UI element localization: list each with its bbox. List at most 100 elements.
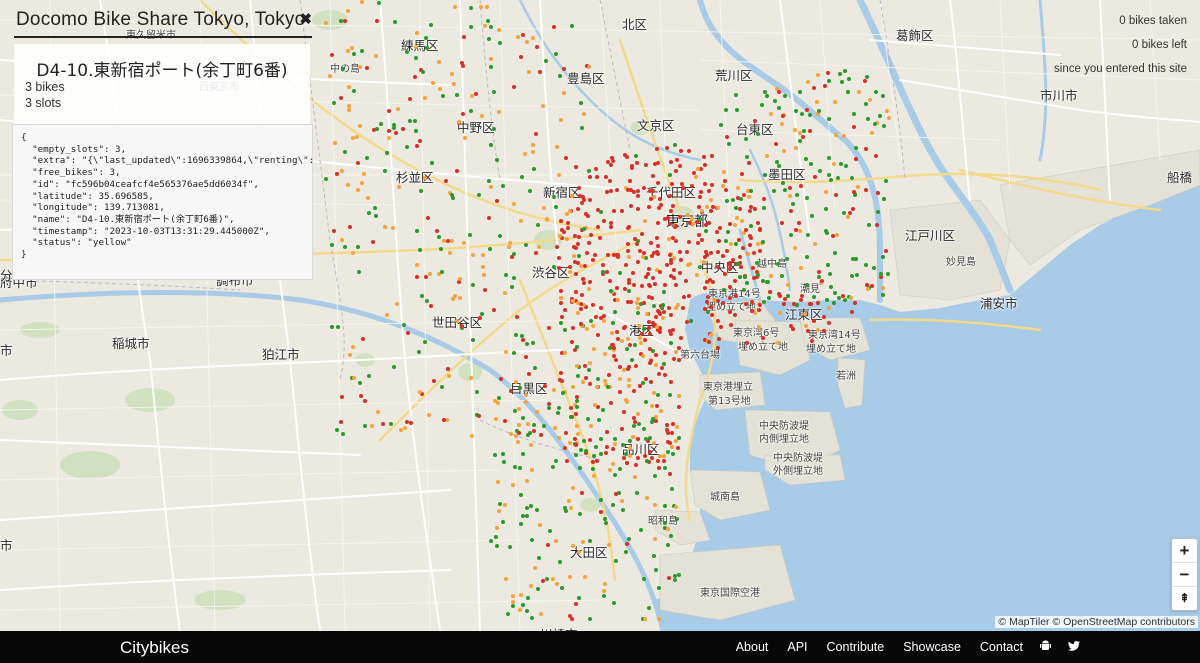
station-marker[interactable] [511, 350, 516, 355]
station-marker[interactable] [582, 197, 587, 202]
station-marker[interactable] [492, 307, 497, 312]
station-marker[interactable] [833, 290, 838, 295]
station-marker[interactable] [428, 271, 433, 276]
station-marker[interactable] [673, 223, 678, 228]
station-marker[interactable] [546, 325, 551, 330]
station-marker[interactable] [481, 272, 486, 277]
station-marker[interactable] [849, 310, 854, 315]
station-marker[interactable] [653, 352, 658, 357]
zoom-in-button[interactable]: + [1172, 539, 1197, 563]
station-marker[interactable] [702, 286, 707, 291]
station-marker[interactable] [875, 222, 880, 227]
station-marker[interactable] [788, 233, 793, 238]
station-marker[interactable] [351, 89, 356, 94]
station-marker[interactable] [708, 208, 713, 213]
station-marker[interactable] [600, 270, 605, 275]
station-marker[interactable] [587, 286, 592, 291]
station-marker[interactable] [657, 453, 662, 458]
station-marker[interactable] [865, 286, 870, 291]
station-marker[interactable] [635, 194, 640, 199]
station-marker[interactable] [501, 460, 506, 465]
station-marker[interactable] [811, 85, 816, 90]
station-marker[interactable] [361, 172, 366, 177]
station-marker[interactable] [773, 142, 778, 147]
station-marker[interactable] [431, 378, 436, 383]
station-marker[interactable] [396, 184, 401, 189]
station-marker[interactable] [648, 240, 653, 245]
station-marker[interactable] [347, 84, 352, 89]
station-marker[interactable] [575, 300, 580, 305]
station-marker[interactable] [601, 218, 606, 223]
station-marker[interactable] [556, 255, 561, 260]
station-marker[interactable] [591, 473, 596, 478]
station-marker[interactable] [651, 188, 656, 193]
station-marker[interactable] [345, 48, 350, 53]
station-marker[interactable] [556, 172, 561, 177]
station-marker[interactable] [556, 405, 561, 410]
station-marker[interactable] [609, 330, 614, 335]
station-marker[interactable] [725, 229, 730, 234]
station-marker[interactable] [850, 206, 855, 211]
station-marker[interactable] [641, 300, 646, 305]
brand-logo[interactable]: Citybikes [120, 638, 189, 658]
station-marker[interactable] [827, 320, 831, 325]
station-marker[interactable] [624, 262, 629, 267]
station-marker[interactable] [530, 341, 535, 346]
station-marker[interactable] [572, 244, 577, 249]
station-marker[interactable] [633, 462, 638, 467]
android-icon[interactable] [1040, 639, 1051, 655]
station-marker[interactable] [739, 218, 744, 223]
station-marker[interactable] [698, 194, 703, 199]
station-marker[interactable] [450, 71, 455, 76]
station-marker[interactable] [703, 228, 708, 233]
station-marker[interactable] [479, 4, 484, 9]
station-marker[interactable] [654, 404, 659, 409]
station-marker[interactable] [816, 274, 821, 279]
station-marker[interactable] [530, 537, 535, 542]
station-marker[interactable] [741, 192, 746, 197]
station-marker[interactable] [541, 205, 546, 210]
station-marker[interactable] [597, 417, 602, 422]
station-marker[interactable] [668, 392, 673, 397]
station-marker[interactable] [360, 180, 365, 185]
station-marker[interactable] [503, 349, 508, 354]
station-marker[interactable] [678, 270, 683, 275]
station-marker[interactable] [822, 83, 827, 88]
station-marker[interactable] [565, 225, 570, 230]
station-marker[interactable] [554, 582, 559, 587]
station-marker[interactable] [602, 352, 607, 357]
station-marker[interactable] [613, 441, 618, 446]
station-marker[interactable] [793, 108, 798, 113]
station-marker[interactable] [488, 184, 493, 189]
station-marker[interactable] [447, 373, 452, 378]
station-marker[interactable] [599, 436, 604, 441]
station-marker[interactable] [413, 129, 418, 134]
station-marker[interactable] [520, 174, 525, 179]
station-marker[interactable] [574, 601, 579, 606]
station-marker[interactable] [525, 505, 530, 510]
station-marker[interactable] [650, 403, 655, 408]
station-marker[interactable] [668, 312, 673, 317]
station-marker[interactable] [807, 112, 812, 117]
nav-api[interactable]: API [787, 640, 807, 654]
station-marker[interactable] [804, 254, 809, 259]
station-marker[interactable] [575, 394, 580, 399]
station-marker[interactable] [733, 222, 738, 227]
station-marker[interactable] [796, 220, 801, 225]
station-marker[interactable] [648, 196, 653, 201]
station-marker[interactable] [653, 362, 658, 367]
station-marker[interactable] [595, 376, 600, 381]
station-marker[interactable] [444, 178, 449, 183]
station-marker[interactable] [382, 224, 387, 229]
station-marker[interactable] [540, 103, 545, 108]
station-marker[interactable] [785, 256, 790, 261]
station-marker[interactable] [689, 217, 694, 222]
station-marker[interactable] [534, 131, 539, 136]
station-marker[interactable] [602, 581, 607, 586]
station-marker[interactable] [627, 439, 632, 444]
station-marker[interactable] [570, 298, 575, 303]
station-marker[interactable] [516, 406, 521, 411]
station-marker[interactable] [666, 575, 671, 580]
station-marker[interactable] [625, 187, 630, 192]
station-marker[interactable] [517, 465, 522, 470]
